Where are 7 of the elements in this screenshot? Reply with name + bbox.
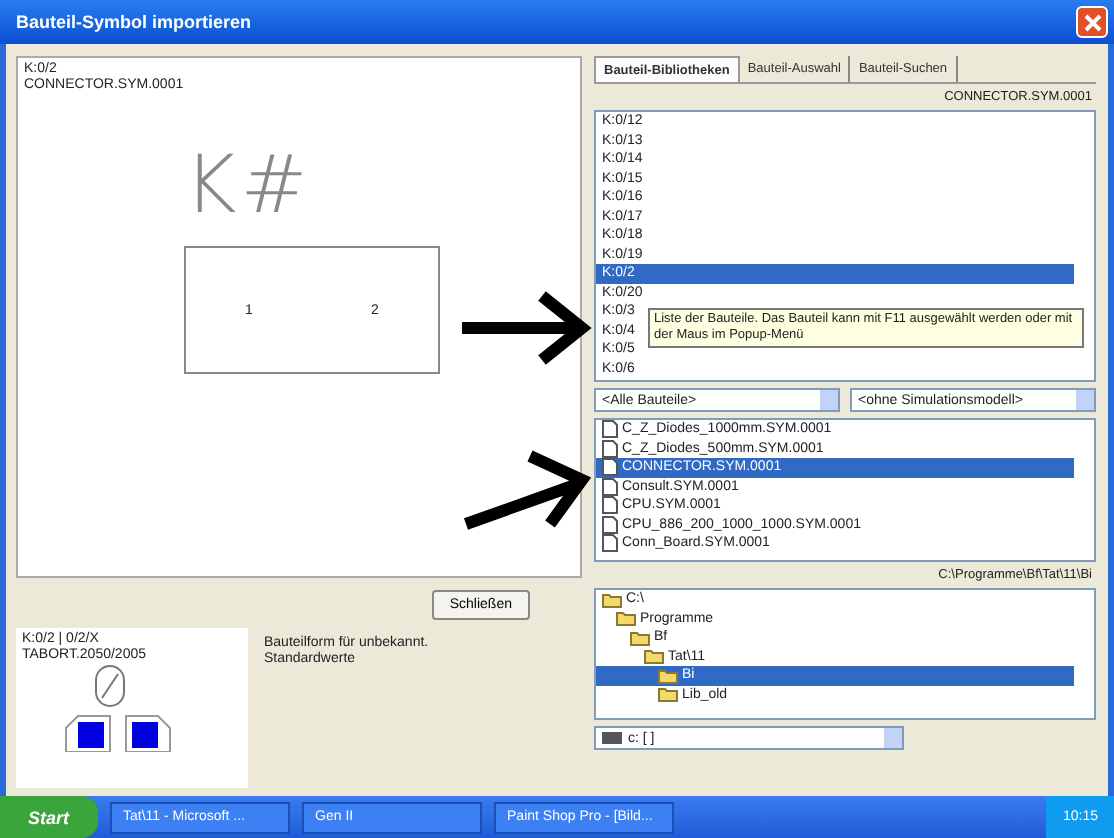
close-button[interactable] [1076, 6, 1108, 38]
drive-icon [602, 732, 622, 744]
window-title: Bauteil-Symbol importieren [16, 12, 252, 32]
arrow [460, 450, 592, 530]
close-icon [1083, 13, 1101, 31]
arrow [458, 290, 592, 366]
symbol-label: K# [184, 138, 312, 234]
